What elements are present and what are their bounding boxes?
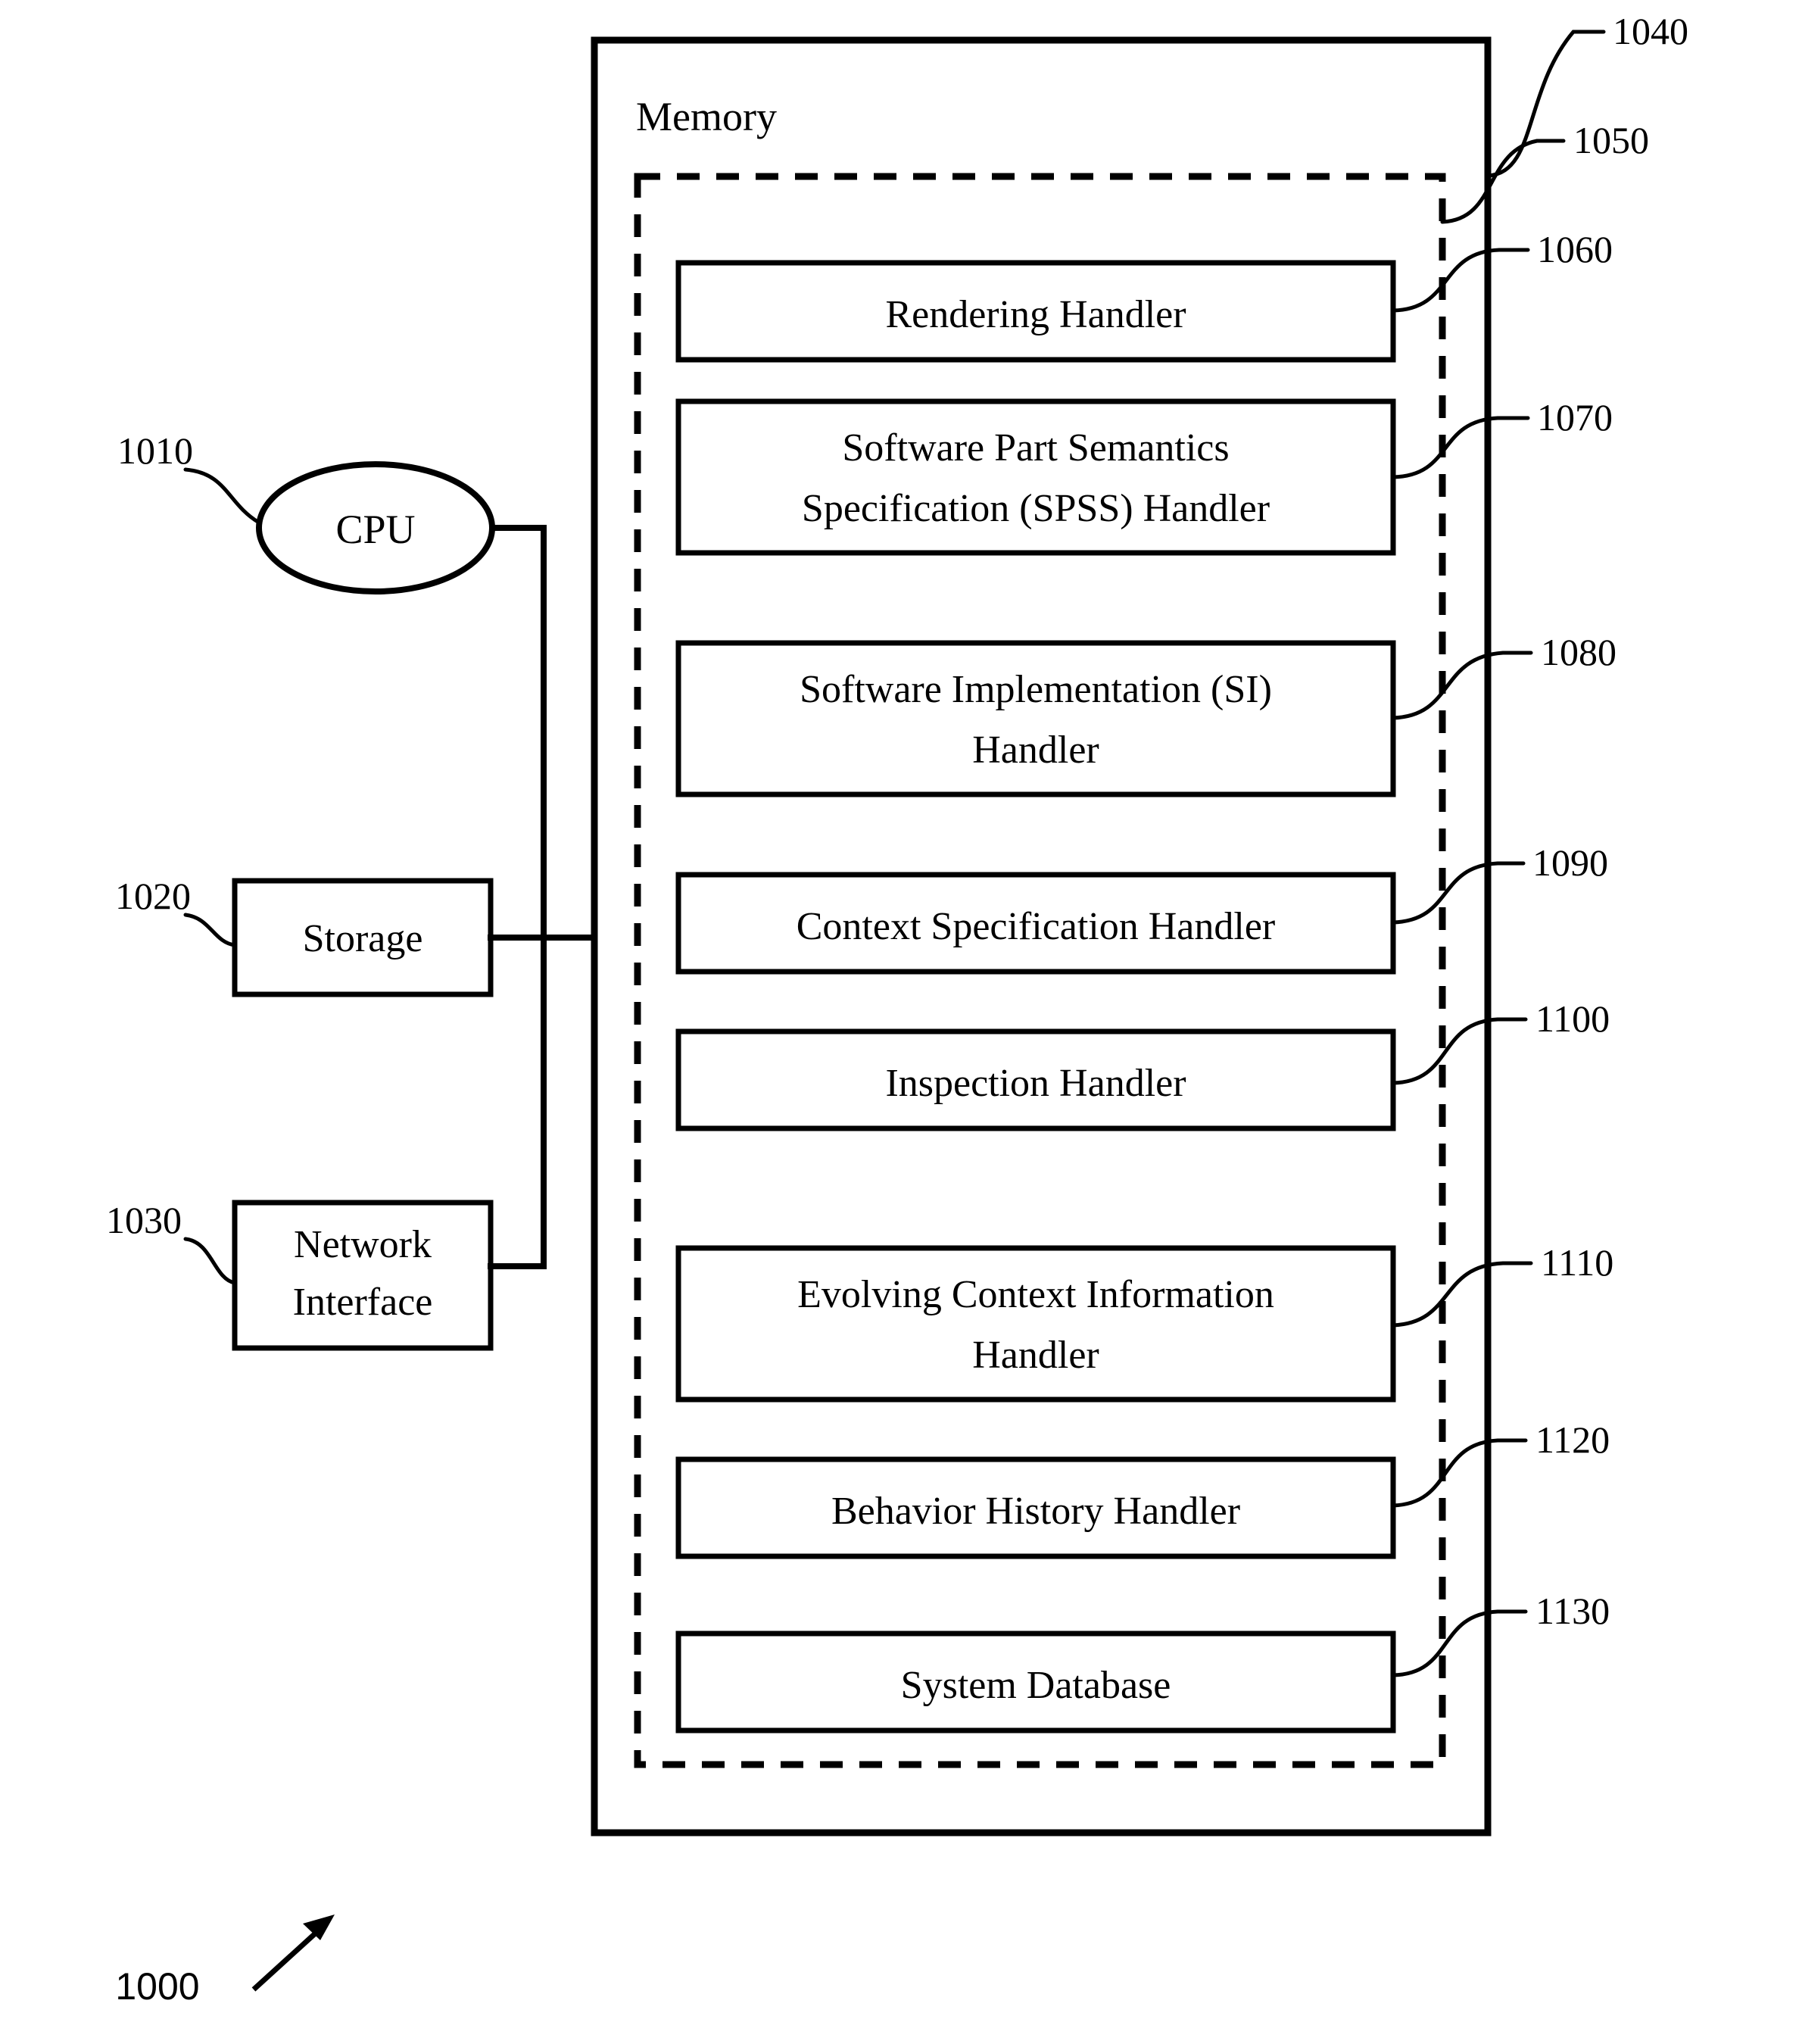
leader-line-1060 [1391, 248, 1530, 313]
leader-line-1070 [1391, 416, 1530, 479]
network-interface-label-line2: Interface [293, 1281, 433, 1324]
handler-box-evolving-context [675, 1245, 1396, 1403]
leader-line-1030 [183, 1237, 237, 1285]
figure-ref-arrow-head [303, 1914, 335, 1940]
handler-label-si-line1: Software Implementation (SI) [800, 668, 1272, 711]
handler-box-spss [675, 398, 1396, 556]
leader-line-1120 [1391, 1438, 1528, 1508]
handler-label-inspection: Inspection Handler [885, 1062, 1186, 1105]
ref-numeral-1060: 1060 [1537, 228, 1613, 270]
handler-label-si-line2: Handler [972, 729, 1099, 772]
network-interface-label-line1: Network [294, 1223, 432, 1266]
leader-line-1050 [1440, 139, 1566, 224]
figure-ref-arrow-shaft [251, 1927, 323, 1992]
patent-figure: Memory Rendering Handler Software Part S… [0, 0, 1802, 2044]
ref-numeral-1030: 1030 [106, 1199, 182, 1241]
leader-line-1130 [1391, 1609, 1528, 1677]
ref-numeral-1130: 1130 [1535, 1590, 1610, 1632]
figure-canvas: Memory Rendering Handler Software Part S… [106, 10, 1688, 2008]
leader-line-1010 [183, 467, 261, 525]
figure-ref-label: 1000 [115, 1965, 199, 2008]
cpu-label: CPU [335, 507, 415, 552]
leader-line-1080 [1391, 651, 1533, 720]
handler-label-system-database: System Database [901, 1664, 1171, 1707]
storage-label: Storage [303, 917, 423, 960]
leader-line-1100 [1391, 1017, 1528, 1085]
ref-numeral-1050: 1050 [1573, 119, 1649, 161]
leader-line-1020 [183, 913, 237, 947]
memory-title: Memory [636, 94, 777, 139]
ref-numeral-1080: 1080 [1541, 631, 1616, 673]
handler-label-context-spec: Context Specification Handler [797, 905, 1275, 948]
leader-line-1110 [1391, 1261, 1533, 1328]
ref-numeral-1110: 1110 [1541, 1241, 1613, 1284]
ref-numeral-1070: 1070 [1537, 396, 1613, 438]
handler-label-spss-line1: Software Part Semantics [842, 426, 1229, 470]
ref-numeral-1010: 1010 [117, 429, 193, 472]
handler-label-spss-line2: Specification (SPSS) Handler [802, 487, 1270, 530]
ref-numeral-1090: 1090 [1532, 841, 1608, 884]
ref-numeral-1120: 1120 [1535, 1418, 1610, 1461]
handler-label-evolving-context-line2: Handler [972, 1334, 1099, 1377]
ref-numeral-1040: 1040 [1613, 10, 1688, 52]
ref-numeral-1020: 1020 [115, 875, 191, 917]
handler-label-rendering: Rendering Handler [885, 293, 1186, 336]
handler-label-behavior-history: Behavior History Handler [831, 1490, 1240, 1533]
ref-numeral-1100: 1100 [1535, 997, 1610, 1040]
bus-line-cpu-to-network [489, 525, 547, 1269]
handler-label-evolving-context-line1: Evolving Context Information [797, 1273, 1274, 1316]
handler-box-si [675, 640, 1396, 797]
leader-line-1090 [1391, 861, 1526, 925]
